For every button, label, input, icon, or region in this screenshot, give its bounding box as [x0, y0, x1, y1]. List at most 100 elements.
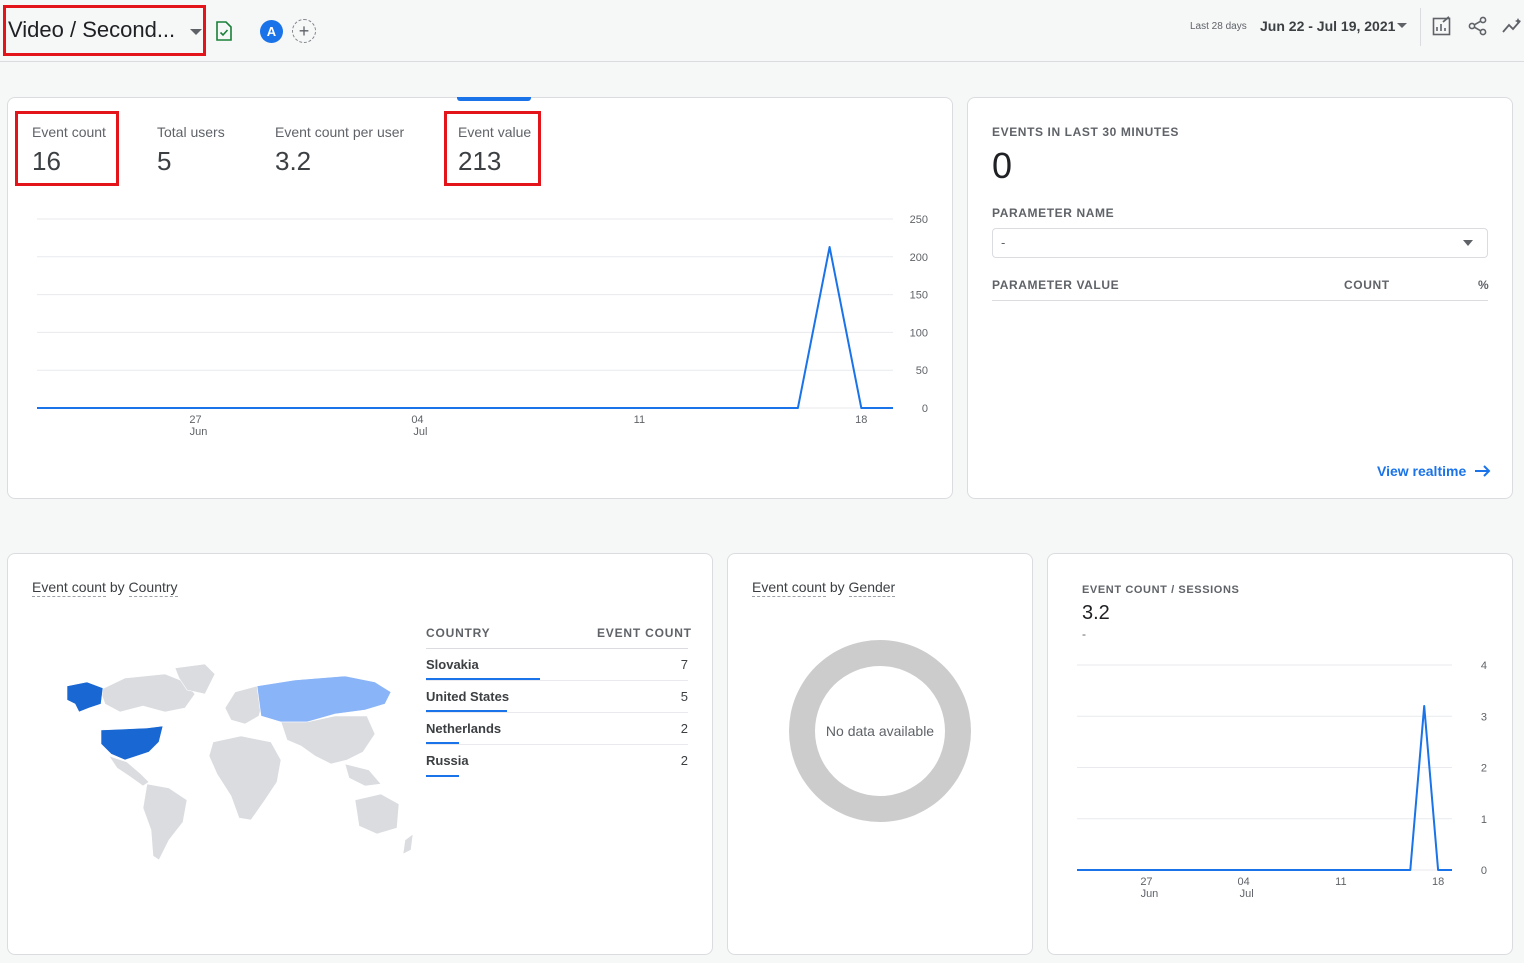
y-tick-label: 200 [910, 252, 928, 264]
metric-tab-total-users[interactable]: Total users 5 [157, 124, 225, 177]
realtime-card [967, 97, 1513, 499]
x-tick-month: Jul [413, 426, 427, 438]
x-tick-label: 18 [855, 414, 867, 426]
view-realtime-label: View realtime [1377, 463, 1467, 479]
country-value: 2 [680, 721, 688, 736]
add-comparison-button[interactable]: + [292, 19, 316, 43]
metric-value: 5 [157, 146, 172, 176]
series-line [1077, 705, 1452, 871]
parameter-name-label: PARAMETER NAME [992, 206, 1115, 220]
y-tick-label: 250 [910, 214, 928, 226]
all-users-avatar[interactable]: A [260, 20, 283, 43]
map-united-states [100, 725, 164, 761]
event-value-line-chart: 250 200 150 100 50 0 27Jun 04Jul 11 18 [37, 214, 928, 438]
customize-report-icon[interactable] [214, 20, 234, 42]
col-parameter-value: PARAMETER VALUE [992, 278, 1120, 292]
sessions-sub: - [1082, 627, 1086, 641]
x-tick-month: Jul [1240, 888, 1254, 900]
highlight-box-event-count [15, 111, 119, 186]
y-tick-label: 1 [1481, 814, 1487, 826]
selected-metric-indicator [457, 97, 531, 101]
metric-label: Event count per user [275, 124, 405, 140]
map-africa [208, 735, 282, 821]
metric-tab-event-count-per-user[interactable]: Event count per user 3.2 [275, 124, 404, 177]
y-tick-label: 0 [922, 403, 928, 415]
y-tick-label: 3 [1481, 711, 1487, 723]
country-name: United States [426, 689, 510, 704]
series-line [37, 246, 893, 409]
gender-donut-chart: No data available [789, 640, 971, 822]
title-by: by [109, 579, 125, 595]
x-tick-label: 04 [411, 414, 423, 426]
parameter-select-value: - [1001, 235, 1006, 250]
country-name: Netherlands [426, 721, 502, 736]
table-row[interactable]: Netherlands 2 [426, 713, 688, 745]
report-title[interactable]: Video / Second... [8, 17, 175, 43]
donut-center: No data available [815, 666, 945, 796]
country-value: 7 [680, 657, 688, 672]
metric-picker[interactable]: Event count [752, 579, 826, 597]
parameter-name-select[interactable]: - [992, 228, 1488, 258]
country-value: 2 [680, 753, 688, 768]
map-middle-east-asia [280, 715, 376, 765]
map-alaska [66, 681, 104, 713]
table-row[interactable]: Slovakia 7 [426, 649, 688, 681]
map-south-america [142, 783, 188, 860]
country-share-bar [426, 710, 507, 712]
world-map[interactable] [45, 660, 425, 860]
map-southeast-asia [344, 763, 382, 787]
title-by: by [829, 579, 845, 595]
y-tick-label: 150 [910, 290, 928, 302]
arrow-right-icon [1475, 465, 1491, 477]
x-tick-label: 27 [189, 414, 201, 426]
realtime-table-divider [992, 300, 1488, 301]
top-bar: Video / Second... A + Last 28 days Jun 2… [0, 0, 1524, 62]
table-row[interactable]: United States 5 [426, 681, 688, 713]
col-country: COUNTRY [426, 626, 491, 640]
dimension-picker[interactable]: Country [128, 579, 178, 597]
highlight-box-event-value [444, 111, 541, 186]
x-tick-label: 18 [1432, 876, 1444, 888]
x-tick-month: Jun [1141, 888, 1159, 900]
map-new-zealand [402, 833, 414, 855]
country-card-title: Event count by Country [32, 579, 178, 597]
insights-icon[interactable] [1502, 15, 1524, 37]
chevron-down-icon [1463, 240, 1473, 246]
toolbar-divider [1420, 8, 1421, 46]
metric-picker[interactable]: Event count [32, 579, 106, 597]
y-tick-label: 4 [1481, 660, 1487, 672]
col-percent: % [1478, 278, 1490, 292]
metric-label: Total users [157, 124, 225, 140]
country-share-bar [426, 775, 459, 777]
y-tick-label: 100 [910, 327, 928, 339]
dimension-picker[interactable]: Gender [848, 579, 896, 597]
sessions-value: 3.2 [1082, 602, 1110, 624]
table-row[interactable]: Russia 2 [426, 745, 688, 777]
date-range-label: Last 28 days [1190, 21, 1247, 32]
no-data-text: No data available [825, 723, 935, 739]
gender-card-title: Event count by Gender [752, 579, 896, 597]
view-realtime-link[interactable]: View realtime [1377, 463, 1492, 479]
date-chevron-down-icon[interactable] [1397, 23, 1407, 28]
x-tick-month: Jun [190, 426, 208, 438]
country-value: 5 [680, 689, 688, 704]
country-name: Slovakia [426, 657, 479, 672]
sessions-heading: EVENT COUNT / SESSIONS [1082, 584, 1240, 596]
date-range-picker[interactable]: Jun 22 - Jul 19, 2021 [1260, 18, 1395, 34]
country-share-bar [426, 742, 459, 744]
x-tick-label: 04 [1238, 876, 1250, 888]
edit-chart-icon[interactable] [1431, 15, 1453, 37]
col-count: COUNT [1344, 278, 1390, 292]
map-russia [256, 675, 392, 723]
map-europe [224, 685, 264, 725]
country-share-bar [426, 678, 540, 680]
y-tick-label: 0 [1481, 865, 1487, 877]
x-tick-label: 27 [1140, 876, 1152, 888]
y-tick-label: 2 [1481, 763, 1487, 775]
y-tick-label: 50 [916, 365, 928, 377]
chevron-down-icon[interactable] [190, 29, 202, 35]
col-event-count: EVENT COUNT [597, 626, 692, 640]
realtime-heading: EVENTS IN LAST 30 MINUTES [992, 125, 1180, 139]
share-icon[interactable] [1467, 15, 1489, 37]
x-tick-label: 11 [1335, 876, 1346, 888]
